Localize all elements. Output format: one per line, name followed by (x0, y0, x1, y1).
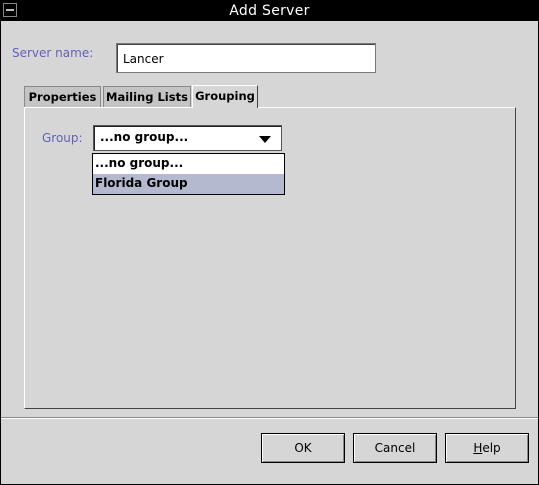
dropdown-option-florida-group[interactable]: Florida Group (93, 174, 284, 194)
ok-button[interactable]: OK (261, 433, 345, 463)
tab-grouping[interactable]: Grouping (192, 85, 258, 108)
group-dropdown-list: ...no group... Florida Group (92, 153, 285, 195)
window-title: Add Server (229, 3, 310, 19)
title-bar[interactable]: Add Server (1, 1, 538, 21)
group-combobox-value: ...no group... (100, 130, 189, 144)
dropdown-option-no-group[interactable]: ...no group... (93, 154, 284, 174)
help-mnemonic: H (473, 441, 483, 455)
cancel-button[interactable]: Cancel (353, 433, 437, 463)
tab-mailing-lists[interactable]: Mailing Lists (103, 86, 191, 107)
server-name-label: Server name: (12, 46, 94, 60)
button-separator (1, 417, 538, 419)
help-label-rest: elp (482, 441, 501, 455)
group-label: Group: (42, 131, 83, 145)
add-server-dialog: Add Server Server name: Lancer Propertie… (0, 0, 539, 485)
group-combobox[interactable]: ...no group... (93, 125, 282, 151)
tab-properties[interactable]: Properties (24, 86, 101, 107)
server-name-input[interactable]: Lancer (116, 43, 376, 73)
triangle-down-icon[interactable] (259, 136, 271, 143)
help-button[interactable]: Help (445, 433, 529, 463)
